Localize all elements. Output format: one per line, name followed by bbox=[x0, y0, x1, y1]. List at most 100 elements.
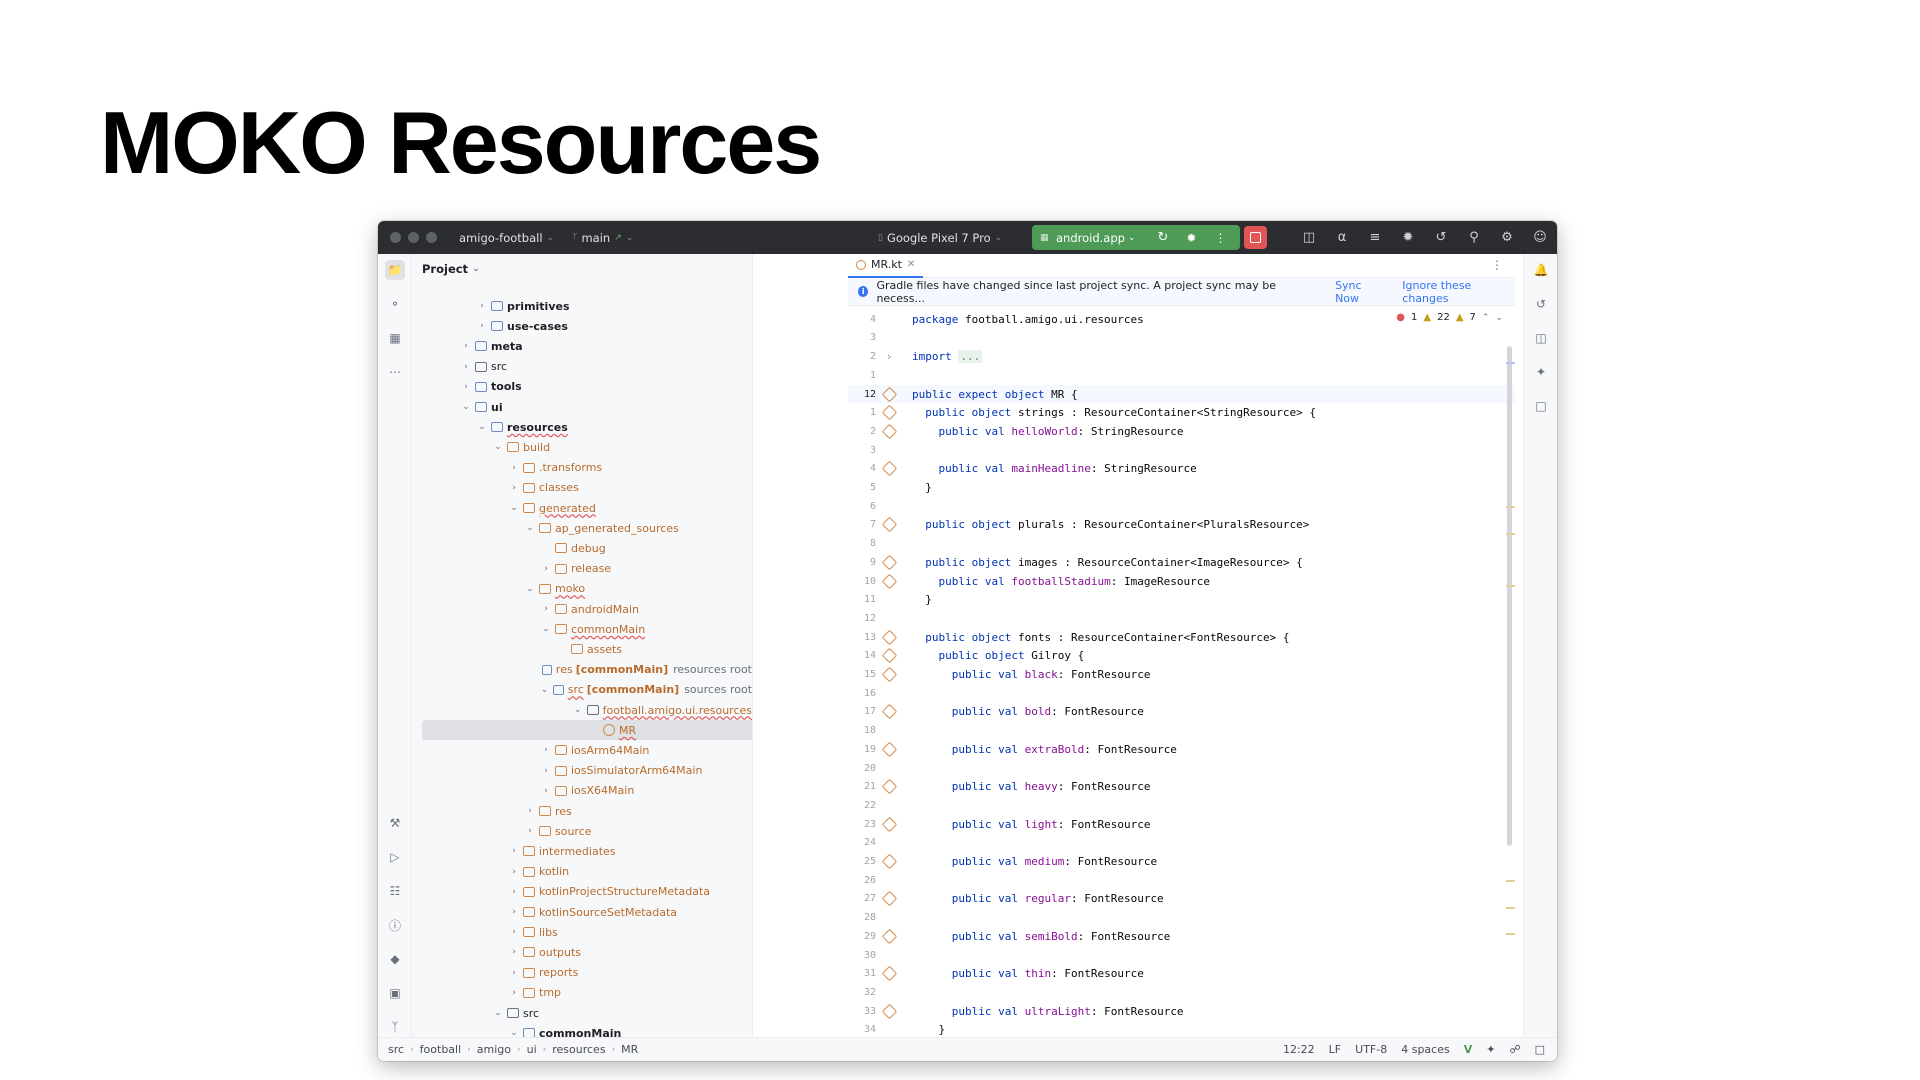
breadcrumb-item[interactable]: football bbox=[420, 1043, 461, 1056]
code-line[interactable]: 14 public object Gilroy { bbox=[848, 647, 1515, 666]
more-actions-icon[interactable]: ⋮ bbox=[1214, 231, 1226, 245]
code-line[interactable]: 2 public val helloWorld: StringResource bbox=[848, 422, 1515, 441]
chevron-right-icon[interactable]: › bbox=[508, 927, 520, 937]
chevron-right-icon[interactable]: › bbox=[540, 786, 552, 796]
chat-icon[interactable]: □ bbox=[1535, 1043, 1545, 1056]
tree-row[interactable]: ⌄ moko bbox=[412, 579, 752, 599]
chevron-down-icon[interactable]: ⌄ bbox=[524, 584, 536, 594]
implemented-marker-icon[interactable] bbox=[876, 965, 902, 982]
close-icon[interactable]: ✕ bbox=[907, 259, 915, 270]
code-line[interactable]: 21 public val heavy: FontResource bbox=[848, 778, 1515, 797]
translate-icon[interactable]: α bbox=[1333, 229, 1351, 247]
account-icon[interactable]: ☺ bbox=[1531, 229, 1549, 247]
code-line[interactable]: 6 bbox=[848, 497, 1515, 516]
tree-row[interactable]: › intermediates bbox=[412, 841, 752, 861]
code-line[interactable]: 30 bbox=[848, 946, 1515, 965]
code-line[interactable]: 23 public val light: FontResource bbox=[848, 815, 1515, 834]
tree-row[interactable]: › libs bbox=[412, 922, 752, 942]
build-hammer-icon[interactable]: ⚒ bbox=[385, 813, 405, 833]
tree-row[interactable]: ⌄ commonMain bbox=[412, 1023, 752, 1037]
chevron-right-icon[interactable]: › bbox=[540, 604, 552, 614]
code-line[interactable]: 34 } bbox=[848, 1021, 1515, 1037]
chevron-right-icon[interactable]: › bbox=[524, 806, 536, 816]
code-line[interactable]: 33 public val ultraLight: FontResource bbox=[848, 1002, 1515, 1021]
code-line[interactable]: 18 bbox=[848, 721, 1515, 740]
tree-row[interactable]: › .transforms bbox=[412, 458, 752, 478]
code-line[interactable]: 5 } bbox=[848, 478, 1515, 497]
code-line[interactable]: 7 public object plurals : ResourceContai… bbox=[848, 516, 1515, 535]
tree-row[interactable]: › source bbox=[412, 821, 752, 841]
implemented-marker-icon[interactable] bbox=[876, 404, 902, 421]
tree-row[interactable]: ⌄ generated bbox=[412, 498, 752, 518]
code-area[interactable]: 4 package football.amigo.ui.resources 3 2 › i… bbox=[848, 306, 1515, 1037]
chevron-right-icon[interactable]: › bbox=[508, 907, 520, 917]
chevron-right-icon[interactable]: › bbox=[524, 826, 536, 836]
chevron-right-icon[interactable]: › bbox=[508, 483, 520, 493]
project-selector[interactable]: amigo-football ⌄ bbox=[459, 231, 554, 245]
device-manager-icon[interactable]: ◫ bbox=[1300, 229, 1318, 247]
code-line[interactable]: 22 bbox=[848, 796, 1515, 815]
commit-icon[interactable]: ⚬ bbox=[385, 294, 405, 314]
tree-row[interactable]: ⌄ build bbox=[412, 437, 752, 457]
close-window-button[interactable] bbox=[390, 232, 401, 243]
tree-row[interactable]: › kotlinProjectStructureMetadata bbox=[412, 882, 752, 902]
chevron-right-icon[interactable]: › bbox=[476, 321, 488, 331]
code-line[interactable]: 12 public expect object MR { bbox=[848, 384, 1515, 404]
chevron-down-icon[interactable]: ⌄ bbox=[1495, 313, 1503, 323]
caret-position[interactable]: 12:22 bbox=[1283, 1043, 1315, 1056]
chevron-right-icon[interactable]: › bbox=[508, 867, 520, 877]
implemented-marker-icon[interactable] bbox=[876, 891, 902, 907]
code-line[interactable]: 1 bbox=[848, 366, 1515, 385]
tree-row[interactable]: › reports bbox=[412, 963, 752, 983]
vim-icon[interactable]: V bbox=[1464, 1043, 1473, 1056]
code-line[interactable]: 13 public object fonts : ResourceContain… bbox=[848, 628, 1515, 647]
code-line[interactable]: 15 public val black: FontResource bbox=[848, 665, 1515, 684]
git-icon[interactable]: ᛉ bbox=[385, 1017, 405, 1037]
chevron-down-icon[interactable]: ⌄ bbox=[524, 523, 536, 533]
more-vertical-icon[interactable]: ⋮ bbox=[1491, 258, 1503, 272]
tree-row[interactable]: ⌄ src bbox=[412, 1003, 752, 1023]
project-folder-icon[interactable]: 📁 bbox=[385, 260, 405, 280]
code-line[interactable]: 4 public val mainHeadline: StringResourc… bbox=[848, 460, 1515, 479]
tree-row[interactable]: ⌄ ui bbox=[412, 397, 752, 417]
code-line[interactable]: 3 bbox=[848, 441, 1515, 460]
code-line[interactable]: 28 bbox=[848, 908, 1515, 927]
tree-row[interactable]: assets bbox=[412, 639, 752, 659]
tree-row[interactable]: ⌄ src [commonMain] sources root bbox=[412, 680, 752, 700]
tree-row[interactable]: › kotlinSourceSetMetadata bbox=[412, 902, 752, 922]
gemini-icon[interactable]: ✦ bbox=[1531, 362, 1551, 382]
implemented-marker-icon[interactable] bbox=[876, 386, 902, 402]
tree-row[interactable]: › use-cases bbox=[412, 316, 752, 336]
implemented-marker-icon[interactable] bbox=[876, 517, 902, 533]
gear-icon[interactable]: ⚙ bbox=[1498, 229, 1516, 247]
code-line[interactable]: 11 } bbox=[848, 591, 1515, 610]
structure-icon[interactable]: ≡ bbox=[1366, 229, 1384, 247]
code-line[interactable]: 20 bbox=[848, 759, 1515, 778]
tree-row[interactable]: › outputs bbox=[412, 942, 752, 962]
code-line[interactable]: 32 bbox=[848, 983, 1515, 1002]
implemented-marker-icon[interactable] bbox=[876, 554, 902, 571]
chevron-right-icon[interactable]: › bbox=[508, 947, 520, 957]
implemented-marker-icon[interactable] bbox=[876, 629, 902, 645]
code-line[interactable]: 24 bbox=[848, 834, 1515, 853]
tree-row[interactable]: › release bbox=[412, 559, 752, 579]
implemented-marker-icon[interactable] bbox=[876, 704, 902, 720]
tree-row[interactable]: ⌄ football.amigo.ui.resources bbox=[412, 700, 752, 720]
breadcrumb-item[interactable]: MR bbox=[621, 1043, 638, 1056]
code-line[interactable]: 26 bbox=[848, 871, 1515, 890]
run-config-selector[interactable]: android.app bbox=[1056, 231, 1125, 245]
chevron-right-icon[interactable]: › bbox=[508, 887, 520, 897]
code-line[interactable]: 17 public val bold: FontResource bbox=[848, 703, 1515, 722]
chevron-right-icon[interactable]: › bbox=[508, 988, 520, 998]
sync-gradle-icon[interactable]: ↺ bbox=[1432, 229, 1450, 247]
branch-selector[interactable]: ᛉ main ↗ ⌄ bbox=[572, 231, 633, 245]
implemented-marker-icon[interactable] bbox=[876, 853, 902, 870]
code-line[interactable]: 9 public object images : ResourceContain… bbox=[848, 553, 1515, 572]
chevron-right-icon[interactable]: › bbox=[508, 968, 520, 978]
sync-now-link[interactable]: Sync Now bbox=[1335, 279, 1386, 305]
breadcrumb-item[interactable]: resources bbox=[552, 1043, 605, 1056]
chevron-right-icon[interactable]: › bbox=[540, 745, 552, 755]
implemented-marker-icon[interactable] bbox=[876, 816, 902, 832]
bug-icon[interactable]: ✹ bbox=[1399, 229, 1417, 247]
code-line[interactable]: 12 bbox=[848, 609, 1515, 628]
